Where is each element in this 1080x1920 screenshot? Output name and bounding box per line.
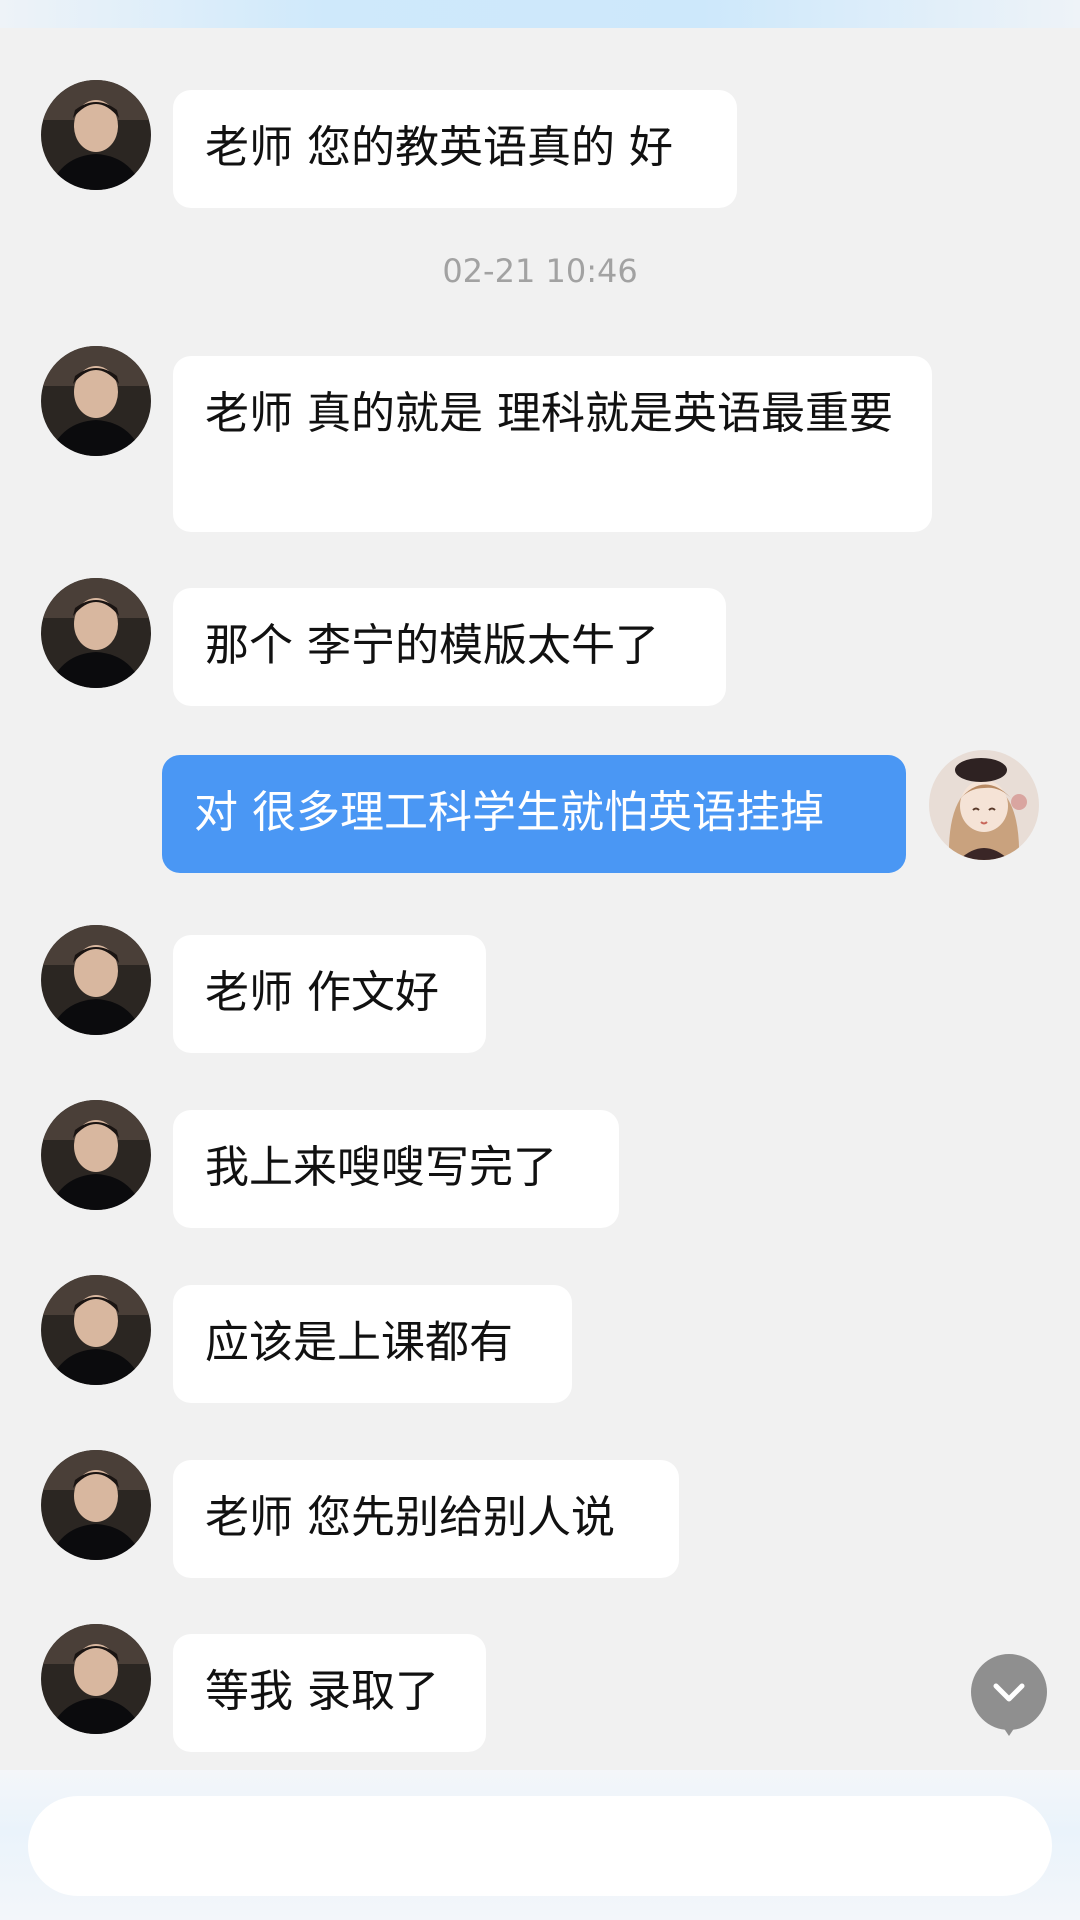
chevron-down-icon (993, 1683, 1025, 1702)
message-timestamp: 02-21 10:46 (442, 252, 638, 290)
incoming-message-bubble[interactable]: 老师 您的教英语真的 好 (173, 90, 737, 208)
input-bar (0, 1770, 1080, 1920)
contact-avatar[interactable] (41, 80, 151, 190)
incoming-message-bubble[interactable]: 老师 作文好 (173, 935, 486, 1053)
incoming-message-bubble[interactable]: 老师 真的就是 理科就是英语最重要 (173, 356, 932, 532)
contact-avatar[interactable] (41, 1624, 151, 1734)
incoming-message-bubble[interactable]: 等我 录取了 (173, 1634, 486, 1752)
incoming-message-bubble[interactable]: 那个 李宁的模版太牛了 (173, 588, 726, 706)
contact-avatar[interactable] (41, 1100, 151, 1210)
incoming-message-bubble[interactable]: 老师 您先别给别人说 (173, 1460, 679, 1578)
incoming-message-bubble[interactable]: 我上来嗖嗖写完了 (173, 1110, 619, 1228)
top-status-strip (0, 0, 1080, 28)
contact-avatar[interactable] (41, 925, 151, 1035)
contact-avatar[interactable] (41, 1275, 151, 1385)
contact-avatar[interactable] (41, 346, 151, 456)
chat-history[interactable]: 老师 您的教英语真的 好 02-21 10:46 老师 真的就是 理科就是英语最… (0, 28, 1080, 1768)
incoming-message-bubble[interactable]: 应该是上课都有 (173, 1285, 572, 1403)
outgoing-message-bubble[interactable]: 对 很多理工科学生就怕英语挂掉 (162, 755, 906, 873)
contact-avatar[interactable] (41, 1450, 151, 1560)
scroll-to-bottom-button[interactable] (971, 1654, 1047, 1736)
message-input[interactable] (28, 1796, 1052, 1896)
user-avatar[interactable] (929, 750, 1039, 860)
contact-avatar[interactable] (41, 578, 151, 688)
